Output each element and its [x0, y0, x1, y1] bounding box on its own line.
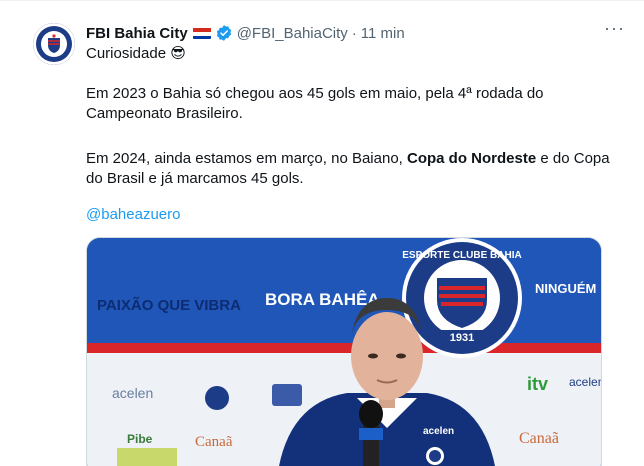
- author-handle[interactable]: @FBI_BahiaCity: [237, 25, 348, 42]
- author-avatar[interactable]: [33, 23, 75, 65]
- tweet-media-photo[interactable]: PAIXÃO QUE VIBRA BORA BAHÊA NINGUÉM 1931…: [86, 237, 602, 466]
- author-name[interactable]: FBI Bahia City: [86, 25, 188, 42]
- more-dots-icon[interactable]: ···: [604, 19, 626, 37]
- banner-text-0: PAIXÃO QUE VIBRA: [97, 296, 241, 314]
- para2-bold-text: Copa do Nordeste: [407, 150, 537, 167]
- tweet-paragraph-2: Em 2024, ainda estamos em março, no Baia…: [86, 149, 616, 189]
- fbi-logo-icon: [33, 23, 75, 65]
- tweet-line-1: Curiosidade 😎: [86, 44, 186, 64]
- jersey-sponsor-text: acelen: [423, 426, 454, 437]
- tweet-header: FBI Bahia City @FBI_BahiaCity · 11 min: [86, 23, 405, 43]
- mention-link[interactable]: @baheazuero: [86, 205, 180, 225]
- sponsor-4: Pibe: [127, 432, 153, 446]
- sponsor-3: Canaã: [519, 430, 559, 447]
- tweet-timestamp[interactable]: 11 min: [361, 25, 405, 42]
- banner-text-1: BORA BAHÊA: [265, 290, 380, 309]
- sponsor-0: acelen: [112, 385, 153, 401]
- para2-text-before: Em 2024, ainda estamos em março, no Baia…: [86, 150, 408, 167]
- sponsor-2: Canaã: [195, 434, 233, 450]
- tweet-line-1-text: Curiosidade: [86, 45, 167, 62]
- press-conference-photo: PAIXÃO QUE VIBRA BORA BAHÊA NINGUÉM 1931…: [87, 238, 602, 466]
- crest-year: 1931: [450, 332, 474, 344]
- sunglasses-emoji: 😎: [170, 45, 186, 62]
- banner-text-2: NINGUÉM: [535, 281, 596, 296]
- separator-dot: ·: [351, 24, 357, 42]
- tweet-paragraph-1: Em 2023 o Bahia só chegou aos 45 gols em…: [86, 85, 544, 122]
- verified-badge-icon: [215, 24, 233, 42]
- paraguay-flag-icon: [192, 27, 211, 39]
- sponsor-1: itv: [527, 374, 548, 394]
- crest-text: ESPORTE CLUBE BAHIA: [402, 250, 521, 261]
- tweet-card[interactable]: ··· FBI Bahia City @FBI_BahiaCity · 11 m…: [0, 0, 644, 466]
- sponsor-5: acelen: [569, 375, 602, 389]
